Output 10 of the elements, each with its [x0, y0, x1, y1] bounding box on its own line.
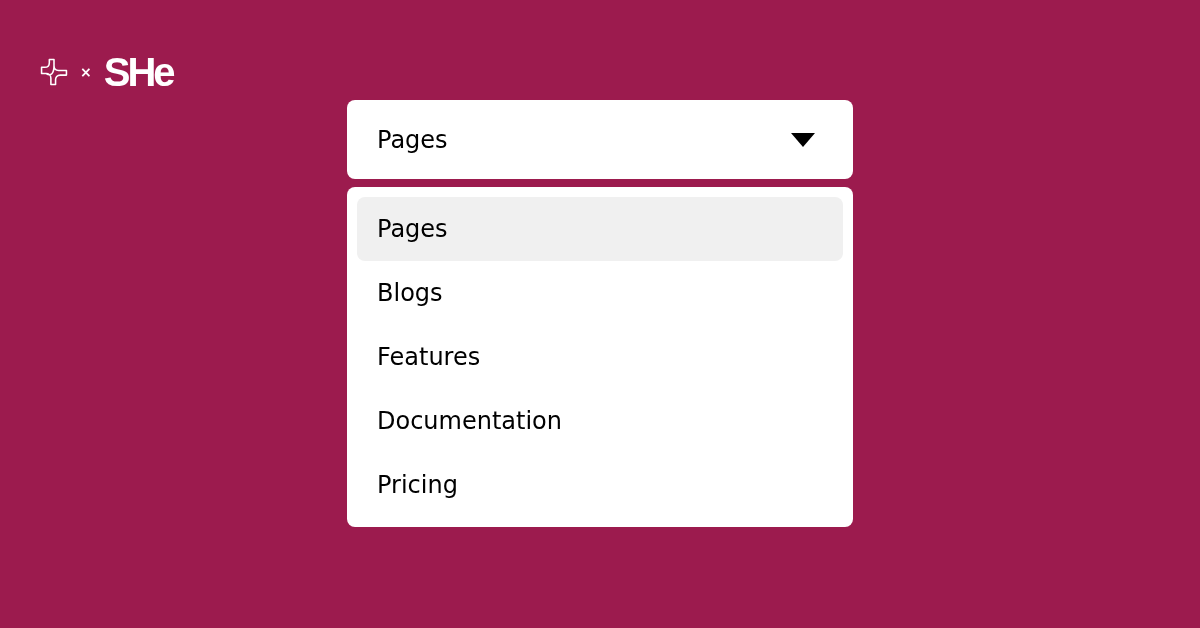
menu-item[interactable]: Features — [357, 325, 843, 389]
logo-separator: × — [80, 64, 92, 80]
pages-dropdown[interactable]: Pages — [347, 100, 853, 179]
menu-item[interactable]: Pricing — [357, 453, 843, 517]
brand-logo: SHe — [103, 54, 173, 90]
logo-icon — [40, 58, 68, 86]
menu-item[interactable]: Blogs — [357, 261, 843, 325]
menu-item[interactable]: Pages — [357, 197, 843, 261]
caret-icon — [791, 132, 815, 147]
menu-item[interactable]: Documentation — [357, 389, 843, 453]
